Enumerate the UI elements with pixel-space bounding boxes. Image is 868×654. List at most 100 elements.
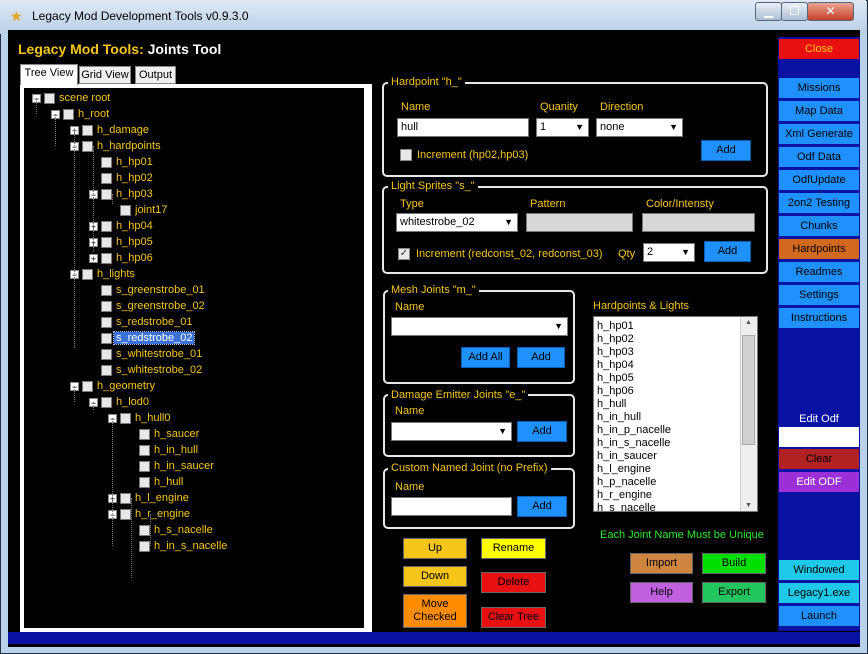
- tree-node-checkbox[interactable]: [139, 460, 150, 472]
- mesh-name-select[interactable]: ▼: [391, 317, 568, 336]
- color-intensity-input[interactable]: [642, 213, 755, 232]
- tree-node[interactable]: − h_geometry: [70, 378, 157, 394]
- hardpoints-lights-list[interactable]: h_hp01 h_hp02 h_hp03 h_hp04 h_hp05 h_hp06 h_hu…: [593, 316, 758, 512]
- tree-node[interactable]: h_hull: [127, 474, 185, 490]
- hardpoint-add-button[interactable]: Add: [701, 140, 751, 161]
- window-close-button[interactable]: ✕: [807, 2, 854, 21]
- joint-tree[interactable]: − scene root − h_root + h_damage − h_hardpoints…: [24, 88, 364, 628]
- tree-node[interactable]: − h_hp03: [89, 186, 155, 202]
- tree-node-checkbox[interactable]: [139, 476, 150, 488]
- quantity-select[interactable]: 1 ▼: [536, 118, 589, 137]
- tree-node[interactable]: h_hp01: [89, 154, 155, 170]
- clear-tree-button[interactable]: Clear Tree: [481, 607, 546, 628]
- tree-node-checkbox[interactable]: [44, 92, 55, 104]
- tree-node-checkbox[interactable]: [101, 220, 112, 232]
- down-button[interactable]: Down: [403, 566, 467, 587]
- rename-button[interactable]: Rename: [481, 538, 546, 559]
- tree-node-checkbox[interactable]: [101, 236, 112, 248]
- list-item[interactable]: h_hull: [597, 398, 626, 411]
- tree-node[interactable]: − h_hull0: [108, 410, 172, 426]
- build-button[interactable]: Build: [702, 553, 766, 574]
- light-qty-select[interactable]: 2 ▼: [643, 243, 695, 262]
- tree-node[interactable]: h_s_nacelle: [127, 522, 215, 538]
- tree-node[interactable]: s_greenstrobe_01: [89, 282, 207, 298]
- tree-node[interactable]: − h_lights: [70, 266, 137, 282]
- list-item[interactable]: h_hp04: [597, 359, 634, 372]
- sidebar-clear-button[interactable]: Clear: [779, 449, 859, 469]
- list-item[interactable]: h_s_nacelle: [597, 502, 656, 511]
- export-button[interactable]: Export: [702, 582, 766, 603]
- list-item[interactable]: h_in_s_nacelle: [597, 437, 670, 450]
- tree-node-checkbox[interactable]: [101, 188, 112, 200]
- sidebar-close-button[interactable]: Close: [779, 39, 859, 59]
- list-item[interactable]: h_l_engine: [597, 463, 651, 476]
- tree-node-checkbox[interactable]: [101, 156, 112, 168]
- tree-node[interactable]: h_in_saucer: [127, 458, 216, 474]
- tree-node-checkbox[interactable]: [82, 268, 93, 280]
- tree-node-checkbox[interactable]: [82, 124, 93, 136]
- list-item[interactable]: h_r_engine: [597, 489, 652, 502]
- hardpoint-name-input[interactable]: hull: [397, 118, 529, 137]
- tree-node-checkbox[interactable]: [101, 316, 112, 328]
- list-scroll-thumb[interactable]: [742, 335, 755, 445]
- tree-node-checkbox[interactable]: [101, 300, 112, 312]
- tree-node[interactable]: − h_lod0: [89, 394, 151, 410]
- tree-node-checkbox[interactable]: [120, 508, 131, 520]
- tree-node[interactable]: joint17: [108, 202, 169, 218]
- tree-node[interactable]: s_redstrobe_02: [89, 330, 196, 346]
- direction-select[interactable]: none ▼: [596, 118, 683, 137]
- light-add-button[interactable]: Add: [704, 241, 751, 262]
- list-item[interactable]: h_in_saucer: [597, 450, 657, 463]
- tab-tree-view[interactable]: Tree View: [20, 64, 78, 85]
- tree-node-checkbox[interactable]: [139, 444, 150, 456]
- sidebar-item-odfupdate[interactable]: OdfUpdate: [779, 170, 859, 190]
- tree-node[interactable]: − scene root: [32, 90, 112, 106]
- windowed-button[interactable]: Windowed: [779, 560, 859, 580]
- light-type-select[interactable]: whitestrobe_02 ▼: [396, 213, 518, 232]
- sidebar-item-map-data[interactable]: Map Data: [779, 101, 859, 121]
- hardpoint-increment-checkbox[interactable]: [400, 149, 412, 161]
- tree-node-checkbox[interactable]: [139, 540, 150, 552]
- tree-node-checkbox[interactable]: [101, 396, 112, 408]
- list-item[interactable]: h_hp02: [597, 333, 634, 346]
- damage-add-button[interactable]: Add: [517, 421, 567, 442]
- delete-button[interactable]: Delete: [481, 572, 546, 593]
- import-button[interactable]: Import: [630, 553, 693, 574]
- sidebar-item-settings[interactable]: Settings: [779, 285, 859, 305]
- tree-node-checkbox[interactable]: [101, 332, 112, 344]
- list-item[interactable]: h_hp06: [597, 385, 634, 398]
- tree-node-checkbox[interactable]: [101, 172, 112, 184]
- tree-node[interactable]: − h_hardpoints: [70, 138, 163, 154]
- tree-node[interactable]: h_in_hull: [127, 442, 200, 458]
- tree-node[interactable]: s_redstrobe_01: [89, 314, 194, 330]
- damage-name-select[interactable]: ▼: [391, 422, 512, 441]
- help-button[interactable]: Help: [630, 582, 693, 603]
- sidebar-item-odf-data[interactable]: Odf Data: [779, 147, 859, 167]
- minimize-button[interactable]: ▁: [755, 2, 782, 21]
- mesh-add-all-button[interactable]: Add All: [461, 347, 510, 368]
- sidebar-edit-odf-button[interactable]: Edit ODF: [779, 472, 859, 492]
- list-scrollbar[interactable]: ▲ ▼: [740, 317, 757, 511]
- tree-node-checkbox[interactable]: [120, 204, 131, 216]
- sidebar-item-chunks[interactable]: Chunks: [779, 216, 859, 236]
- legacy-exe-button[interactable]: Legacy1.exe: [779, 583, 859, 603]
- tree-node-checkbox[interactable]: [82, 140, 93, 152]
- move-checked-button[interactable]: Move Checked: [403, 594, 467, 628]
- tree-node-checkbox[interactable]: [101, 348, 112, 360]
- tab-grid-view[interactable]: Grid View: [79, 66, 131, 84]
- tree-node[interactable]: h_in_s_nacelle: [127, 538, 229, 554]
- custom-add-button[interactable]: Add: [517, 496, 567, 517]
- tree-node[interactable]: + h_hp04: [89, 218, 155, 234]
- tree-node[interactable]: + h_damage: [70, 122, 151, 138]
- sidebar-item-missions[interactable]: Missions: [779, 78, 859, 98]
- list-item[interactable]: h_in_p_nacelle: [597, 424, 671, 437]
- tree-node[interactable]: h_saucer: [127, 426, 201, 442]
- expand-icon[interactable]: +: [89, 253, 98, 263]
- sidebar-item-hardpoints[interactable]: Hardpoints: [779, 239, 859, 259]
- tree-node[interactable]: s_whitestrobe_01: [89, 346, 204, 362]
- tree-node-checkbox[interactable]: [101, 364, 112, 376]
- tree-node-checkbox[interactable]: [139, 524, 150, 536]
- tree-node[interactable]: h_hp02: [89, 170, 155, 186]
- tree-node[interactable]: + h_l_engine: [108, 490, 191, 506]
- tree-node-checkbox[interactable]: [120, 492, 131, 504]
